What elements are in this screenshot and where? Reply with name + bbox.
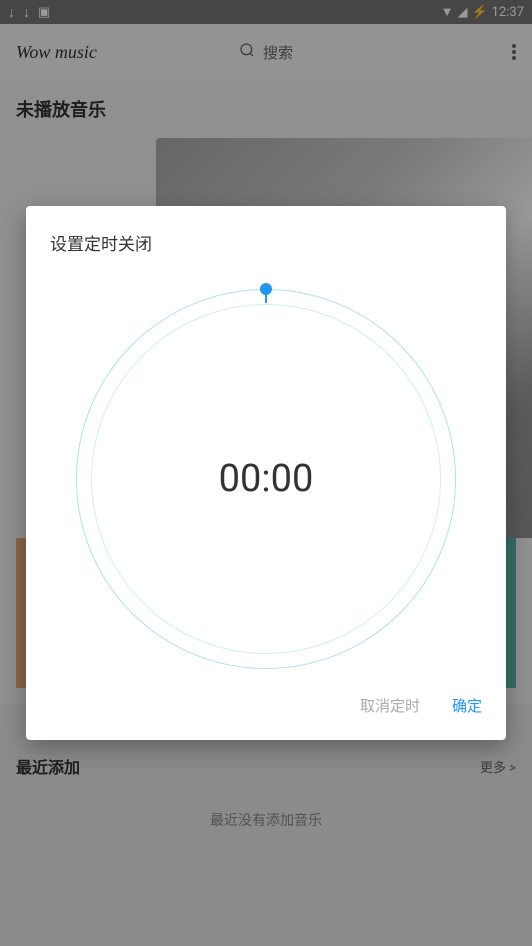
- timer-display: 00:00: [219, 457, 314, 501]
- timer-handle[interactable]: [260, 283, 272, 295]
- dialog-title: 设置定时关闭: [50, 230, 482, 255]
- dialog-actions: 取消定时 确定: [50, 695, 482, 716]
- timer-container: 00:00: [50, 279, 482, 679]
- timer-dialog: 设置定时关闭 00:00 取消定时 确定: [26, 206, 506, 740]
- timer-circle[interactable]: 00:00: [76, 289, 456, 669]
- dialog-overlay[interactable]: 设置定时关闭 00:00 取消定时 确定: [0, 0, 532, 946]
- confirm-button[interactable]: 确定: [452, 695, 482, 716]
- cancel-button[interactable]: 取消定时: [360, 695, 420, 716]
